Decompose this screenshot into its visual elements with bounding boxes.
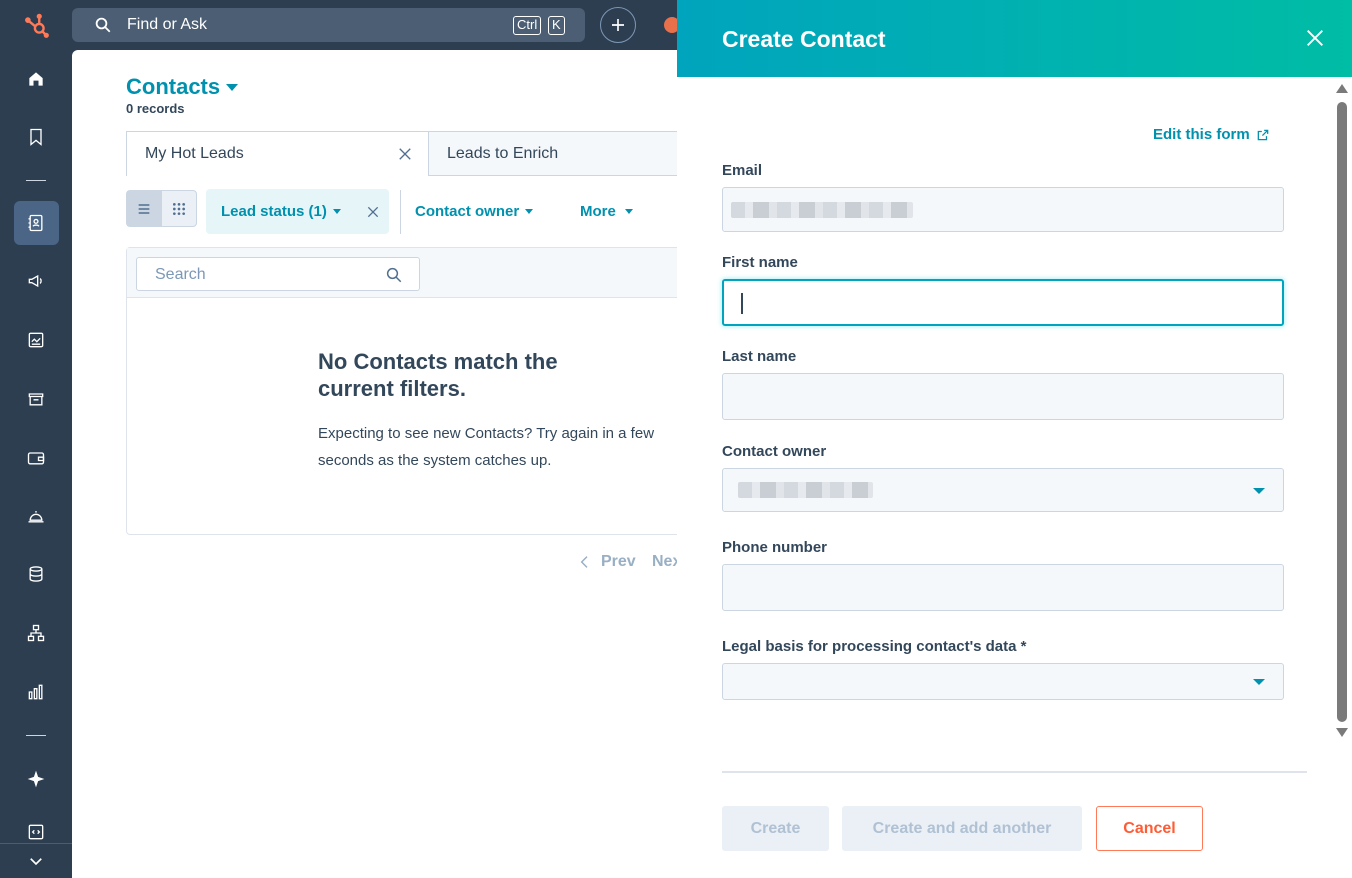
page-title[interactable]: Contacts — [126, 74, 239, 100]
email-field[interactable] — [722, 187, 1284, 232]
first-name-field[interactable] — [722, 279, 1284, 326]
tab-leads-to-enrich[interactable]: Leads to Enrich — [428, 131, 677, 176]
contact-owner-filter-label: Contact owner — [415, 203, 520, 220]
footer-divider — [722, 771, 1307, 773]
contact-owner-value-redacted — [738, 482, 873, 498]
edit-form-link[interactable]: Edit this form — [1153, 126, 1270, 143]
left-nav — [0, 0, 72, 878]
text-cursor — [741, 293, 743, 314]
nav-expand-button[interactable] — [0, 843, 72, 878]
global-search-label: Find or Ask — [127, 16, 208, 33]
automation-icon[interactable] — [0, 611, 72, 655]
chevron-down-icon — [1253, 488, 1265, 494]
list-view-button[interactable] — [127, 191, 162, 226]
last-name-field[interactable] — [722, 373, 1284, 420]
list-icon — [138, 203, 150, 214]
contact-owner-select[interactable] — [722, 468, 1284, 512]
create-contact-panel: Create Contact Edit this form Email Firs… — [677, 0, 1352, 878]
nav-divider — [26, 180, 46, 181]
scrollbar-thumb[interactable] — [1337, 102, 1347, 722]
grid-icon — [172, 202, 185, 215]
close-icon — [1307, 30, 1323, 46]
lead-status-text: Lead status (1) — [221, 203, 327, 220]
panel-scrollbar[interactable] — [1335, 84, 1348, 740]
record-count: 0 records — [126, 101, 185, 116]
scroll-up-arrow-icon[interactable] — [1336, 84, 1348, 93]
more-filters-label: More — [580, 203, 616, 220]
email-label: Email — [722, 162, 763, 179]
cancel-button[interactable]: Cancel — [1096, 806, 1203, 851]
page-title-label: Contacts — [126, 74, 221, 99]
marketing-icon[interactable] — [0, 259, 72, 303]
create-and-add-another-button[interactable]: Create and add another — [842, 806, 1082, 851]
email-value-redacted — [731, 202, 913, 218]
home-icon[interactable] — [0, 57, 72, 101]
close-icon[interactable] — [396, 145, 414, 168]
shortcut-k-key: K — [548, 16, 565, 35]
last-name-label: Last name — [722, 348, 797, 365]
content-icon[interactable] — [0, 318, 72, 362]
tab-label: My Hot Leads — [145, 145, 244, 162]
contact-owner-filter[interactable]: Contact owner — [415, 203, 534, 220]
chevron-down-icon — [624, 209, 633, 214]
view-toggle — [126, 190, 197, 227]
next-page-label: Nex — [652, 553, 677, 570]
lead-status-filter[interactable]: Lead status (1) — [206, 189, 389, 234]
table-header: Search — [127, 248, 677, 298]
legal-basis-select[interactable] — [722, 663, 1284, 700]
chevron-down-icon — [1253, 679, 1265, 685]
plus-icon — [612, 19, 624, 31]
shortcut-ctrl-key: Ctrl — [513, 16, 542, 35]
bookmark-icon[interactable] — [0, 115, 72, 159]
close-icon[interactable] — [365, 204, 381, 225]
chevron-left-icon — [580, 556, 588, 568]
legal-basis-label: Legal basis for processing contact's dat… — [722, 638, 1027, 655]
prev-page-button[interactable]: Prev — [577, 553, 636, 571]
create-button[interactable]: Create — [722, 806, 829, 851]
prev-page-label: Prev — [601, 553, 636, 570]
panel-header: Create Contact — [677, 0, 1352, 77]
more-filters-button[interactable]: More — [580, 203, 633, 220]
hubspot-logo-icon[interactable] — [0, 3, 72, 47]
contacts-icon[interactable] — [0, 201, 72, 245]
tab-label: Leads to Enrich — [447, 144, 559, 162]
contact-owner-label: Contact owner — [722, 443, 827, 460]
filter-divider — [400, 190, 401, 234]
chevron-down-icon — [332, 209, 341, 214]
nav-divider — [26, 735, 46, 736]
chevron-down-icon — [30, 858, 42, 866]
chevron-down-icon — [226, 83, 239, 91]
phone-number-field[interactable] — [722, 564, 1284, 611]
search-icon — [385, 266, 403, 289]
lead-status-filter-label: Lead status (1) — [221, 203, 341, 220]
panel-title: Create Contact — [722, 26, 886, 52]
empty-state-title: No Contacts match the current filters. — [318, 349, 558, 401]
table-search-input[interactable]: Search — [136, 257, 420, 291]
chevron-down-icon — [525, 209, 534, 214]
phone-number-label: Phone number — [722, 539, 828, 556]
first-name-label: First name — [722, 254, 798, 271]
external-link-icon — [1257, 129, 1268, 140]
empty-state-text: Expecting to see new Contacts? Try again… — [318, 425, 655, 469]
payments-icon[interactable] — [0, 436, 72, 480]
close-panel-button[interactable] — [1304, 27, 1326, 54]
edit-form-label: Edit this form — [1153, 126, 1250, 143]
next-page-button[interactable]: Nex — [652, 553, 677, 571]
reporting-icon[interactable] — [0, 670, 72, 714]
commerce-icon[interactable] — [0, 377, 72, 421]
tab-my-hot-leads[interactable]: My Hot Leads — [126, 131, 429, 176]
breeze-icon[interactable] — [0, 757, 72, 801]
service-icon[interactable] — [0, 494, 72, 538]
quick-create-button[interactable] — [600, 7, 636, 43]
scroll-down-arrow-icon[interactable] — [1336, 728, 1348, 737]
contacts-table: Search No Contacts match the current fil… — [126, 247, 677, 535]
search-placeholder: Search — [155, 266, 206, 283]
search-icon — [94, 16, 112, 39]
data-icon[interactable] — [0, 552, 72, 596]
board-view-button[interactable] — [162, 191, 197, 226]
global-search-bar[interactable]: Find or Ask Ctrl K — [72, 8, 585, 42]
main-content: Contacts 0 records My Hot Leads Leads to… — [72, 50, 677, 878]
